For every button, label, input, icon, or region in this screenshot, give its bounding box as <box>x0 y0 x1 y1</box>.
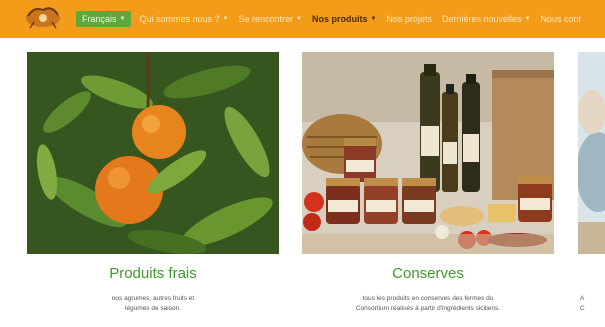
language-select-button[interactable]: Français ▼ <box>76 11 132 27</box>
nav-link-label: Nos projets <box>386 14 432 24</box>
nav-link-label: Se rencontrer <box>238 14 293 24</box>
nav-link-nos-produits[interactable]: Nos produits ▼ <box>312 14 376 24</box>
card-description: nos agrumes, autres fruits et légumes de… <box>41 294 265 314</box>
oranges-image[interactable] <box>27 52 279 254</box>
preserves-image[interactable] <box>302 52 554 254</box>
card-desc-line: Consortium réalisés à partir d'ingrédien… <box>355 305 501 312</box>
card-desc-line: tous les produits en conserves des ferme… <box>362 295 494 302</box>
caret-down-icon: ▼ <box>524 16 531 22</box>
nav-link-dernieres-nouvelles[interactable]: Dernières nouvelles ▼ <box>442 14 531 24</box>
nav-link-label: Dernières nouvelles <box>441 14 522 24</box>
card-desc-line: nos agrumes, autres fruits et <box>111 295 195 302</box>
caret-down-icon: ▼ <box>222 16 229 22</box>
card-desc-line: A <box>580 295 585 302</box>
nav-link-label: Nos produits <box>311 14 368 24</box>
nav-link-label: Nous cont <box>540 14 581 24</box>
card-description: A C <box>580 294 605 314</box>
language-label: Français <box>82 14 117 24</box>
product-image-partial[interactable] <box>578 52 605 254</box>
card-desc-line: C <box>580 305 585 312</box>
caret-down-icon: ▼ <box>119 16 126 22</box>
caret-down-icon: ▼ <box>370 16 377 22</box>
card-title[interactable]: Produits frais <box>27 265 279 282</box>
card-description: tous les produits en conserves des ferme… <box>316 294 540 314</box>
nav-link-nous-contacter[interactable]: Nous cont <box>540 14 581 24</box>
nav-link-se-rencontrer[interactable]: Se rencontrer ▼ <box>238 14 301 24</box>
product-card-conserves[interactable]: Conserves tous les produits en conserves… <box>302 52 554 327</box>
top-navbar: Français ▼ Qui sommes nous ? ▼ Se rencon… <box>0 0 605 38</box>
nav-link-label: Qui sommes nous ? <box>139 14 220 24</box>
product-card-partial[interactable]: A C <box>578 52 605 327</box>
caret-down-icon: ▼ <box>296 16 302 22</box>
nav-link-nos-projets[interactable]: Nos projets <box>386 14 432 24</box>
logo-icon[interactable] <box>20 2 66 30</box>
card-desc-line: légumes de saison. <box>124 305 181 312</box>
card-title[interactable]: Conserves <box>302 265 554 282</box>
product-card-produits-frais[interactable]: Produits frais nos agrumes, autres fruit… <box>27 52 279 327</box>
nav-link-qui-sommes-nous[interactable]: Qui sommes nous ? ▼ <box>139 14 228 24</box>
